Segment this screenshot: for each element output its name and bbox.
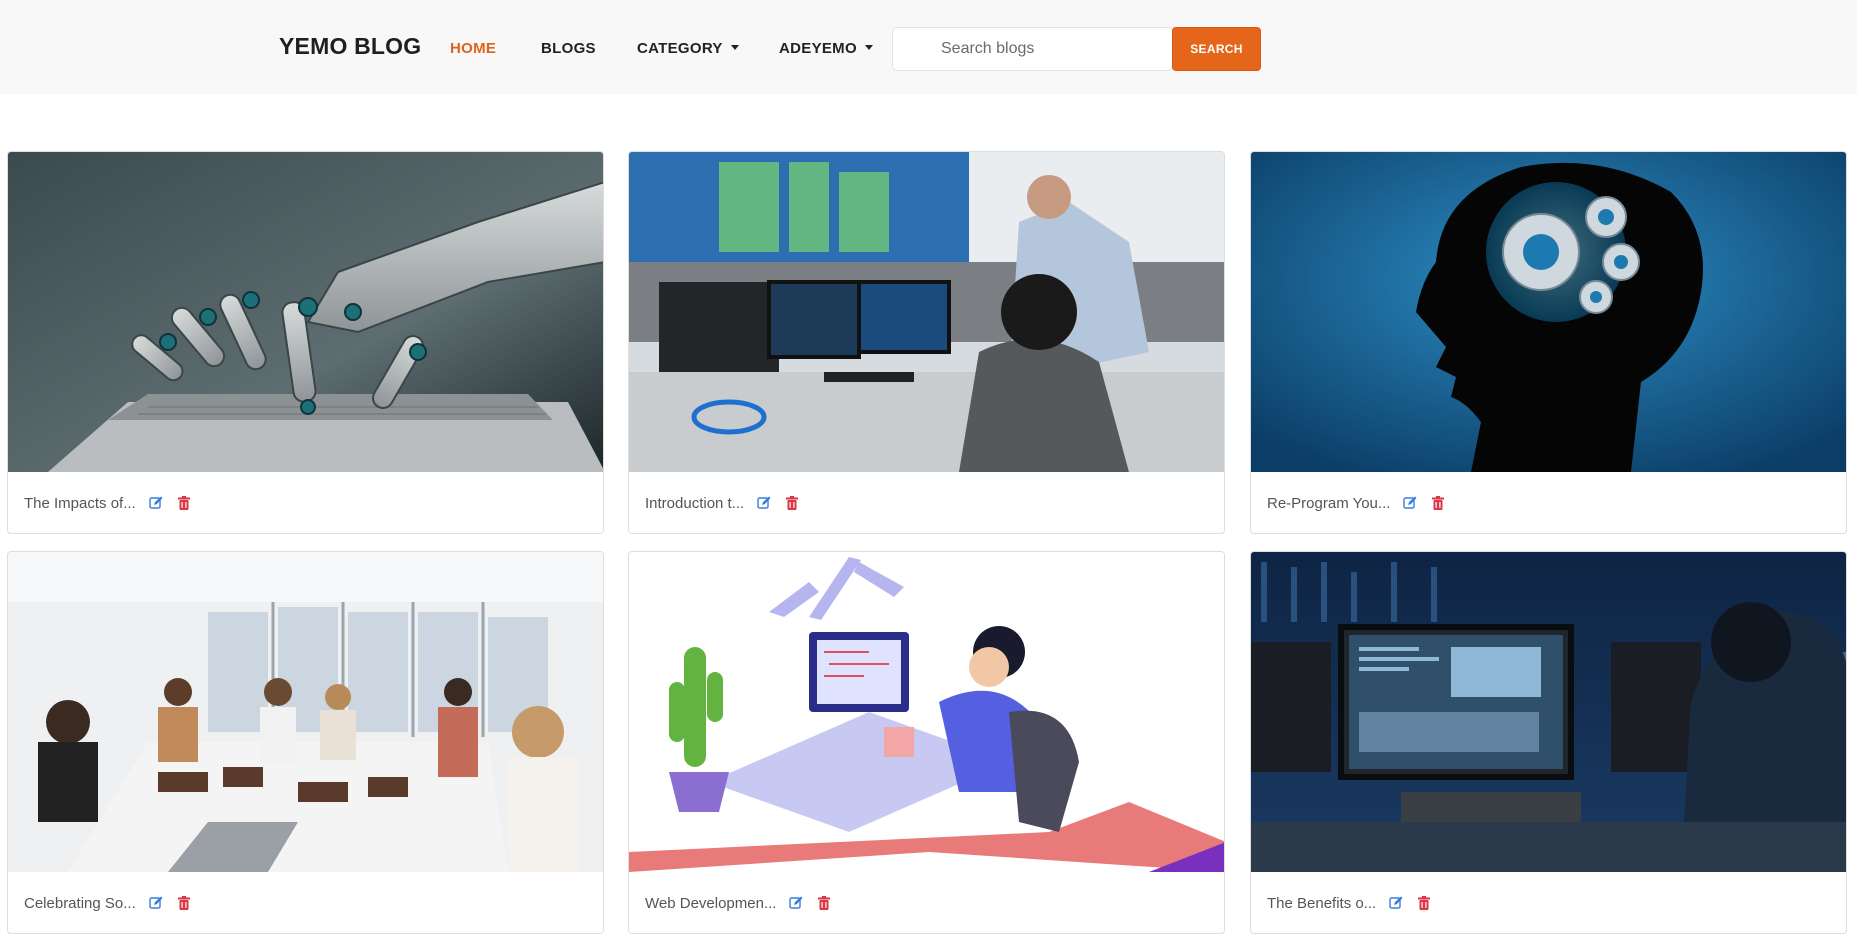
blog-title[interactable]: Introduction t... (645, 495, 744, 512)
blog-card: The Impacts of... (7, 151, 604, 534)
blog-title[interactable]: Re-Program You... (1267, 495, 1390, 512)
edit-icon[interactable] (756, 495, 772, 511)
edit-icon[interactable] (788, 895, 804, 911)
blog-image-developer-illustration[interactable] (629, 552, 1224, 872)
nav-user-dropdown[interactable]: ADEYEMO (779, 40, 873, 57)
blog-card: Introduction t... (628, 151, 1225, 534)
edit-icon[interactable] (1402, 495, 1418, 511)
blog-card-footer: Web Developmen... (629, 872, 1224, 933)
trash-icon[interactable] (784, 495, 800, 511)
blog-card-footer: The Benefits o... (1251, 872, 1846, 933)
blog-title[interactable]: The Impacts of... (24, 495, 136, 512)
blog-card: The Benefits o... (1250, 551, 1847, 934)
edit-icon[interactable] (148, 495, 164, 511)
top-navbar: YEMO BLOG HOME BLOGS CATEGORY ADEYEMO SE… (0, 0, 1857, 94)
caret-down-icon (730, 45, 739, 50)
trash-icon[interactable] (816, 895, 832, 911)
blog-card: Celebrating So... (7, 551, 604, 934)
blog-title[interactable]: The Benefits o... (1267, 895, 1376, 912)
nav-category-label: CATEGORY (637, 40, 723, 57)
blog-title[interactable]: Celebrating So... (24, 895, 136, 912)
blog-image-programmer[interactable] (1251, 552, 1846, 872)
search-button[interactable]: SEARCH (1172, 27, 1261, 71)
blog-card: Re-Program You... (1250, 151, 1847, 534)
blog-card-footer: The Impacts of... (8, 472, 603, 533)
nav-category-dropdown[interactable]: CATEGORY (637, 40, 739, 57)
nav-blogs[interactable]: BLOGS (541, 40, 596, 57)
blog-card-footer: Celebrating So... (8, 872, 603, 933)
blog-image-office-meeting[interactable] (8, 552, 603, 872)
trash-icon[interactable] (1416, 895, 1432, 911)
edit-icon[interactable] (148, 895, 164, 911)
trash-icon[interactable] (176, 495, 192, 511)
blog-card: Web Developmen... (628, 551, 1225, 934)
nav-user-label: ADEYEMO (779, 40, 857, 57)
brand-logo[interactable]: YEMO BLOG (279, 33, 421, 60)
blog-image-head-gears[interactable] (1251, 152, 1846, 472)
blog-card-footer: Introduction t... (629, 472, 1224, 533)
blog-title[interactable]: Web Developmen... (645, 895, 776, 912)
caret-down-icon (864, 45, 873, 50)
blog-card-footer: Re-Program You... (1251, 472, 1846, 533)
blog-image-engineers[interactable] (629, 152, 1224, 472)
trash-icon[interactable] (1430, 495, 1446, 511)
search-input[interactable] (892, 27, 1173, 71)
blog-image-robot-hand[interactable] (8, 152, 603, 472)
nav-home[interactable]: HOME (450, 40, 496, 57)
edit-icon[interactable] (1388, 895, 1404, 911)
trash-icon[interactable] (176, 895, 192, 911)
